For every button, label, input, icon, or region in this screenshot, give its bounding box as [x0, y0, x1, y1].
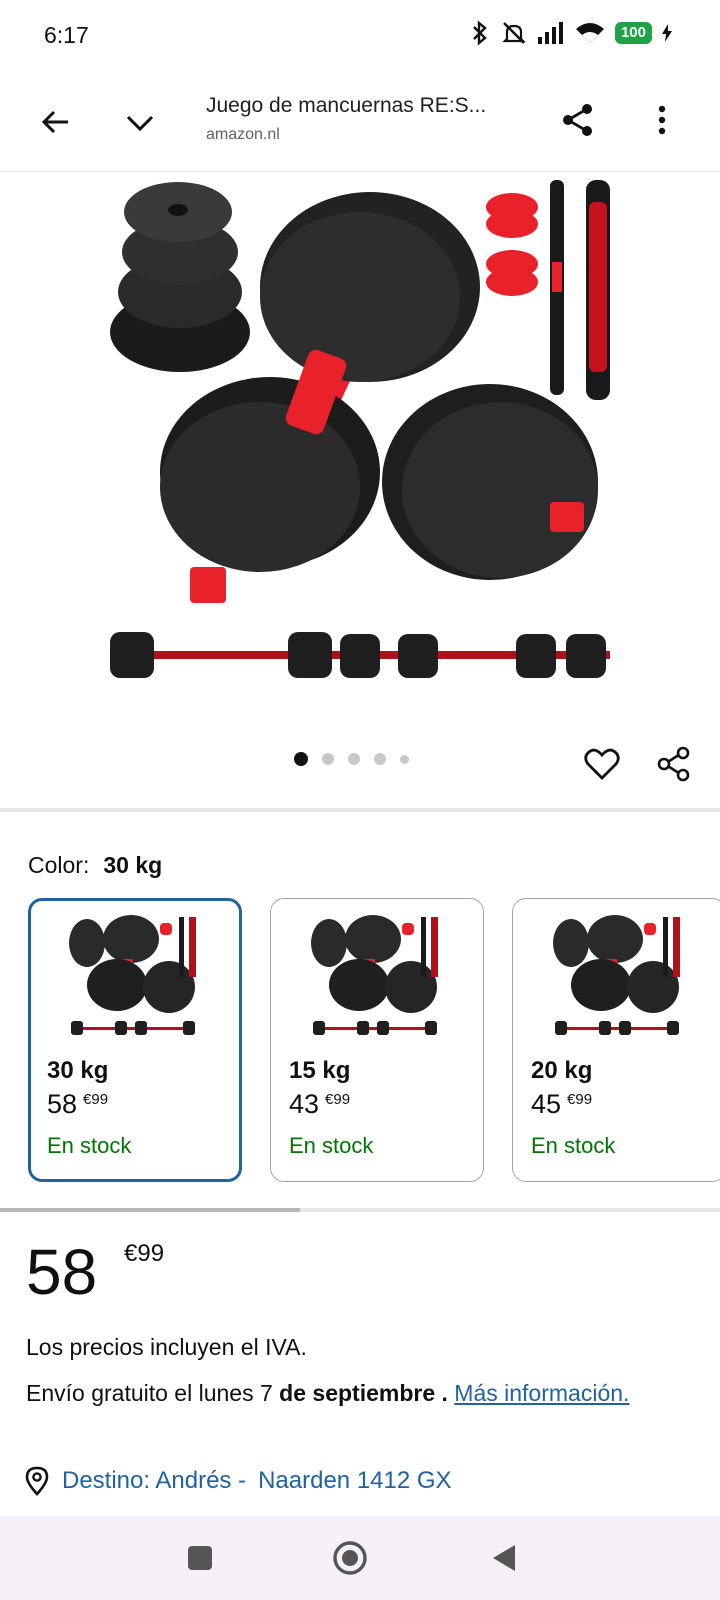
- variant-price-whole: 58: [47, 1089, 78, 1119]
- location-pin-icon: [25, 1466, 49, 1496]
- product-price: 58 €99: [26, 1240, 164, 1304]
- home-circle-icon: [333, 1541, 367, 1575]
- back-nav-button[interactable]: [482, 1536, 526, 1580]
- share-button[interactable]: [554, 96, 602, 144]
- back-button[interactable]: [32, 98, 80, 146]
- color-label-text: Color:: [28, 852, 90, 878]
- carousel-dot[interactable]: [348, 753, 360, 765]
- chevron-down-icon: [126, 115, 154, 132]
- destination-name: Destino: Andrés -: [62, 1467, 247, 1494]
- delivery-info: Envío gratuito el lunes 7 de septiembre …: [26, 1376, 666, 1410]
- price-whole: 58: [26, 1236, 98, 1308]
- variant-thumbnail: [553, 915, 680, 1035]
- variant-card[interactable]: 20 kg 45 €99 En stock: [512, 898, 720, 1182]
- variant-stock: En stock: [531, 1133, 616, 1158]
- battery-icon: 100: [614, 22, 652, 44]
- variant-card[interactable]: 30 kg 58 €99 En stock: [28, 898, 242, 1182]
- top-app-bar: Juego de mancuernas RE:S... amazon.nl: [0, 72, 720, 172]
- square-icon: [188, 1546, 212, 1570]
- carousel-dot[interactable]: [374, 753, 386, 765]
- carousel-dot[interactable]: [400, 754, 409, 764]
- carousel-dots[interactable]: [294, 752, 409, 766]
- variant-price: 58 €99: [47, 1089, 108, 1120]
- status-time: 6:17: [44, 22, 89, 48]
- variant-name: 15 kg: [289, 1057, 351, 1084]
- mute-icon: [502, 22, 526, 44]
- wifi-icon: [575, 23, 604, 43]
- page-title: Juego de mancuernas RE:S...: [206, 94, 487, 117]
- section-divider: [0, 808, 720, 812]
- variant-thumbnail: [311, 915, 438, 1035]
- triangle-back-icon: [493, 1545, 515, 1571]
- signal-icon: [537, 22, 563, 44]
- more-vert-icon: [658, 105, 666, 135]
- back-arrow-icon: [41, 110, 68, 134]
- share-product-button[interactable]: [650, 740, 698, 788]
- price-fraction: €99: [124, 1240, 165, 1267]
- destination-link[interactable]: Destino: Andrés - Naarden 1412 GX: [24, 1466, 452, 1496]
- collapse-button[interactable]: [116, 98, 164, 146]
- status-bar: 6:17 100: [0, 0, 720, 72]
- variant-scroll-thumb[interactable]: [0, 1208, 300, 1212]
- destination-location: Naarden 1412 GX: [258, 1467, 452, 1494]
- color-label: Color: 30 kg: [28, 852, 162, 879]
- variant-list: 30 kg 58 €99 En stock 15 kg 43 €99 En stoc…: [28, 898, 720, 1182]
- system-nav-bar: [0, 1516, 720, 1600]
- variant-price-whole: 45: [531, 1089, 562, 1119]
- share-icon: [563, 104, 592, 136]
- dumbbell-set-image: [110, 180, 610, 678]
- variant-name: 20 kg: [531, 1057, 593, 1084]
- home-button[interactable]: [328, 1536, 372, 1580]
- charging-icon: [662, 24, 672, 42]
- recents-button[interactable]: [178, 1536, 222, 1580]
- page-domain: amazon.nl: [206, 126, 280, 143]
- vat-note: Los precios incluyen el IVA.: [26, 1334, 307, 1360]
- variant-price-fraction: €99: [567, 1091, 593, 1108]
- more-info-link[interactable]: Más información.: [454, 1380, 629, 1406]
- status-icons: 100: [469, 20, 672, 46]
- title-block: Juego de mancuernas RE:S... amazon.nl: [206, 94, 526, 144]
- delivery-date: de septiembre .: [279, 1380, 448, 1406]
- variant-price: 43 €99: [289, 1089, 350, 1120]
- carousel-dot[interactable]: [322, 753, 334, 765]
- variant-price-whole: 43: [289, 1089, 320, 1119]
- carousel-dot[interactable]: [294, 752, 308, 766]
- share-icon: [657, 746, 690, 782]
- variant-thumbnail: [69, 915, 196, 1035]
- variant-stock: En stock: [47, 1133, 132, 1158]
- variant-scrollbar[interactable]: [0, 1208, 720, 1212]
- color-selected-value: 30 kg: [103, 852, 163, 878]
- variant-price-fraction: €99: [325, 1091, 351, 1108]
- variant-price: 45 €99: [531, 1089, 592, 1120]
- wishlist-button[interactable]: [578, 740, 626, 788]
- more-options-button[interactable]: [638, 96, 686, 144]
- variant-name: 30 kg: [47, 1057, 109, 1084]
- variant-price-fraction: €99: [83, 1091, 109, 1108]
- product-image[interactable]: [0, 172, 720, 712]
- bluetooth-icon: [473, 20, 487, 46]
- variant-stock: En stock: [289, 1133, 374, 1158]
- variant-card[interactable]: 15 kg 43 €99 En stock: [270, 898, 484, 1182]
- delivery-prefix: Envío gratuito el lunes 7: [26, 1380, 273, 1406]
- heart-icon: [584, 748, 620, 780]
